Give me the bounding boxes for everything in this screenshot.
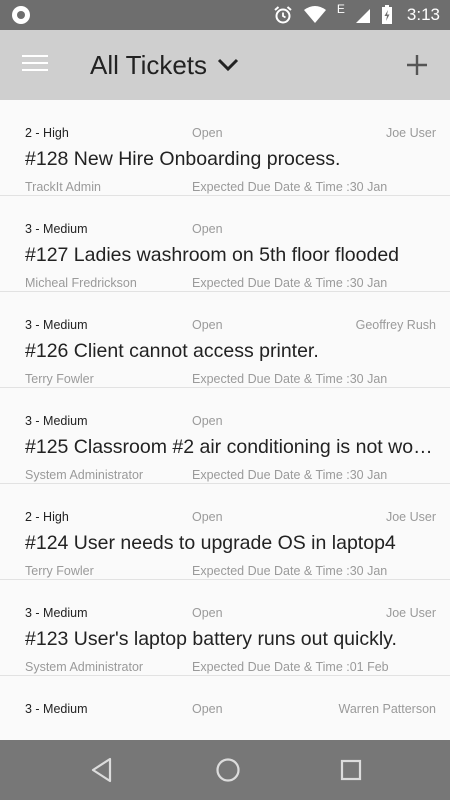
signal-icon: [355, 9, 370, 23]
ticket-assignee: Geoffrey Rush: [355, 318, 436, 332]
system-nav-bar: [0, 740, 450, 800]
ticket-requester: Terry Fowler: [25, 372, 94, 386]
app-bar: All Tickets: [0, 30, 450, 100]
ticket-filter-dropdown[interactable]: All Tickets: [90, 30, 239, 100]
ticket-title: #123 User's laptop battery runs out quic…: [25, 628, 397, 650]
network-type-label: E: [336, 2, 345, 16]
ticket-requester: TrackIt Admin: [25, 180, 101, 194]
status-icons: E 3:13: [273, 0, 440, 30]
ticket-priority: 3 - Medium: [25, 318, 88, 332]
ticket-due-date: Expected Due Date & Time :30 Jan: [192, 468, 388, 482]
recents-square-icon[interactable]: [331, 750, 371, 790]
ticket-priority: 2 - High: [25, 126, 69, 140]
ticket-priority: 3 - Medium: [25, 702, 88, 716]
ticket-row[interactable]: 3 - Medium Open Geoffrey Rush #126 Clien…: [0, 292, 450, 388]
ticket-status: Open: [192, 510, 223, 524]
page-title: All Tickets: [90, 49, 208, 80]
clock-time: 3:13: [406, 5, 440, 24]
ticket-row[interactable]: 2 - High Open Joe User #128 New Hire Onb…: [0, 100, 450, 196]
status-bar: E 3:13: [0, 0, 450, 30]
app-notification-icon: [12, 6, 30, 24]
ticket-title: #127 Ladies washroom on 5th floor floode…: [25, 244, 400, 266]
ticket-status: Open: [192, 606, 223, 620]
ticket-title: #128 New Hire Onboarding process.: [25, 148, 341, 170]
ticket-list: 2 - High Open Joe User #128 New Hire Onb…: [0, 100, 450, 740]
ticket-requester: Micheal Fredrickson: [25, 276, 137, 290]
ticket-priority: 2 - High: [25, 510, 69, 524]
ticket-row[interactable]: 3 - Medium Open #127 Ladies washroom on …: [0, 196, 450, 292]
ticket-due-date: Expected Due Date & Time :30 Jan: [192, 276, 388, 290]
ticket-assignee: Joe User: [385, 126, 436, 140]
ticket-due-date: Expected Due Date & Time :30 Jan: [192, 372, 388, 386]
ticket-assignee: Joe User: [385, 510, 436, 524]
hamburger-menu-icon[interactable]: [20, 51, 50, 79]
back-triangle-icon[interactable]: [82, 750, 122, 790]
ticket-priority: 3 - Medium: [25, 222, 88, 236]
ticket-status: Open: [192, 414, 223, 428]
ticket-due-date: Expected Due Date & Time :30 Jan: [192, 180, 388, 194]
ticket-due-date: Expected Due Date & Time :01 Feb: [192, 660, 389, 674]
chevron-down-icon: [217, 58, 239, 72]
ticket-requester: Terry Fowler: [25, 564, 94, 578]
ticket-title: #124 User needs to upgrade OS in laptop4: [25, 532, 396, 554]
ticket-status: Open: [192, 222, 223, 236]
ticket-row[interactable]: 3 - Medium Open #125 Classroom #2 air co…: [0, 388, 450, 484]
wifi-icon: [303, 6, 326, 23]
ticket-assignee: Warren Patterson: [338, 702, 437, 716]
plus-icon[interactable]: [402, 50, 432, 80]
home-circle-icon[interactable]: [208, 750, 248, 790]
ticket-priority: 3 - Medium: [25, 606, 88, 620]
ticket-status: Open: [192, 702, 223, 716]
ticket-status: Open: [192, 126, 223, 140]
ticket-row[interactable]: 3 - Medium Open Warren Patterson: [0, 676, 450, 740]
ticket-row[interactable]: 3 - Medium Open Joe User #123 User's lap…: [0, 580, 450, 676]
ticket-row[interactable]: 2 - High Open Joe User #124 User needs t…: [0, 484, 450, 580]
ticket-assignee: Joe User: [385, 606, 436, 620]
ticket-status: Open: [192, 318, 223, 332]
ticket-requester: System Administrator: [25, 660, 144, 674]
ticket-priority: 3 - Medium: [25, 414, 88, 428]
alarm-icon: [274, 6, 292, 24]
ticket-due-date: Expected Due Date & Time :30 Jan: [192, 564, 388, 578]
ticket-title: #125 Classroom #2 air conditioning is no…: [25, 436, 439, 458]
battery-charging-icon: [381, 5, 392, 24]
ticket-title: #126 Client cannot access printer.: [25, 340, 319, 362]
ticket-requester: System Administrator: [25, 468, 144, 482]
